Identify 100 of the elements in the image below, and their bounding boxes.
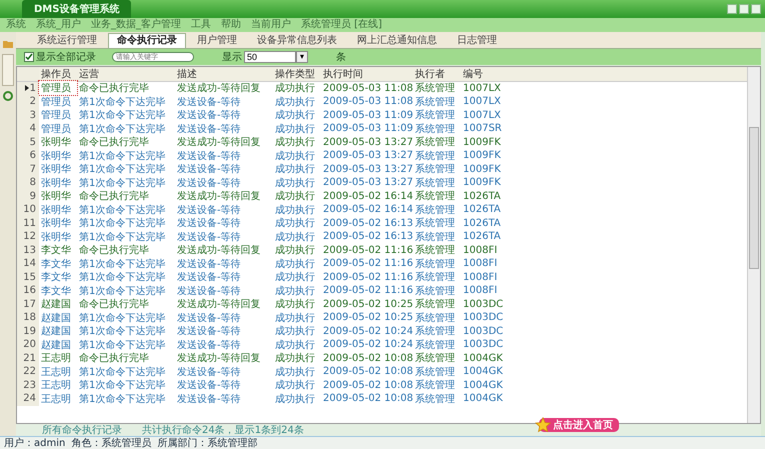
table-cell-text: 系统管理	[414, 216, 456, 230]
table-cell-text: 发送设备-等待	[176, 366, 242, 379]
table-cell-text: 2009-05-02 10:24	[322, 339, 413, 350]
tab[interactable]: 日志管理	[448, 33, 506, 48]
page-size-field[interactable]: 50	[244, 51, 296, 63]
table-cell-text: 系统管理	[414, 244, 456, 258]
row-number: 16	[23, 285, 36, 296]
table-row[interactable]: 16 李文华 第1次命令下达完毕 发送设备-等待 成功执行 2009-05-02 11:16 系统管理 1008FI	[17, 284, 747, 298]
table-row[interactable]: 10 张明华 第1次命令下达完毕 发送设备-等待 成功执行 2009-05-02 16:14 系统管理 1026TA	[17, 203, 747, 216]
table-row[interactable]: 9 张明华 命令已执行完毕 发送成功-等待回复 成功执行 2009-05-02 16:14 系统管理 1026TA	[17, 190, 747, 203]
table-row[interactable]: 17 赵建国 命令已执行完毕 发送成功-等待回复 成功执行 2009-05-02 10:25 系统管理 1003DC	[17, 298, 747, 311]
status-text: 所属部门：系统管理部	[157, 436, 258, 449]
table-row[interactable]: 1 管理员 命令已执行完毕 发送成功-等待回复 成功执行 2009-05-03 11:08 系统管理 1007LX	[17, 82, 747, 95]
table-cell-text: 发送设备-等待	[176, 230, 242, 244]
summary-text: 共计执行命令24条，显示1条到24条	[142, 424, 304, 437]
table-row[interactable]: 2 管理员 第1次命令下达完毕 发送设备-等待 成功执行 2009-05-03 11:08 系统管理 1007LX	[17, 95, 747, 108]
table-row[interactable]: 4 管理员 第1次命令下达完毕 发送设备-等待 成功执行 2009-05-03 11:09 系统管理 1007SR	[17, 122, 747, 136]
table-cell-text: 命令已执行完毕	[78, 190, 150, 204]
table-cell-text: 成功执行	[274, 284, 316, 298]
table-cell-text: 系统管理	[414, 176, 456, 190]
scrollbar[interactable]	[747, 67, 760, 423]
table-cell-text: 成功执行	[274, 338, 316, 352]
table-cell-text: 系统管理	[414, 312, 456, 325]
table-cell-text: 管理员	[40, 122, 72, 136]
column-header[interactable]: 执行者	[413, 67, 461, 81]
dropdown-button[interactable]: ▾	[296, 51, 308, 63]
table-cell-text: 系统管理	[414, 378, 456, 392]
table-cell-text: 发送设备-等待	[176, 258, 242, 271]
table-row[interactable]: 13 李文华 命令已执行完毕 发送成功-等待回复 成功执行 2009-05-02 11:16 系统管理 1008FI	[17, 244, 747, 257]
table-cell-text: 张明华	[40, 162, 72, 176]
table-row[interactable]: 12 张明华 第1次命令下达完毕 发送设备-等待 成功执行 2009-05-02 16:13 系统管理 1026TA	[17, 230, 747, 244]
menu-item[interactable]: 工具	[191, 19, 211, 31]
table-cell-text: 第1次命令下达完毕	[78, 392, 166, 406]
row-number: 20	[23, 339, 36, 350]
table-row[interactable]: 6 张明华 第1次命令下达完毕 发送设备-等待 成功执行 2009-05-03 13:27 系统管理 1009FK	[17, 149, 747, 162]
column-header[interactable]: 描述	[175, 67, 273, 81]
table-row[interactable]: 18 赵建国 第1次命令下达完毕 发送设备-等待 成功执行 2009-05-02 10:25 系统管理 1003DC	[17, 311, 747, 324]
table-cell-text: 发送设备-等待	[176, 338, 242, 352]
table-cell-text: 1009FK	[462, 136, 502, 148]
row-number: 23	[23, 380, 36, 391]
tab[interactable]: 用户管理	[188, 33, 246, 48]
table-row[interactable]: 7 张明华 第1次命令下达完毕 发送设备-等待 成功执行 2009-05-03 13:27 系统管理 1009FK	[17, 162, 747, 176]
table-row[interactable]: 5 张明华 命令已执行完毕 发送成功-等待回复 成功执行 2009-05-03 13:27 系统管理 1009FK	[17, 136, 747, 149]
table-row[interactable]: 15 李文华 第1次命令下达完毕 发送设备-等待 成功执行 2009-05-02 11:16 系统管理 1008FI	[17, 270, 747, 284]
table-row[interactable]: 24 王志明 第1次命令下达完毕 发送设备-等待 成功执行 2009-05-02 10:08 系统管理 1004GK	[17, 392, 747, 406]
menu-item[interactable]: 帮助	[221, 19, 241, 31]
tab[interactable]: 网上汇总通知信息	[348, 33, 446, 48]
table-row[interactable]: 21 王志明 命令已执行完毕 发送成功-等待回复 成功执行 2009-05-02 10:08 系统管理 1004GK	[17, 352, 747, 365]
table-row[interactable]: 20 赵建国 第1次命令下达完毕 发送设备-等待 成功执行 2009-05-02 10:24 系统管理 1003DC	[17, 338, 747, 352]
table-cell-text: 系统管理	[414, 204, 456, 217]
table-cell-text: 成功执行	[274, 204, 316, 217]
table-cell-text: 成功执行	[274, 162, 316, 176]
table-row[interactable]: 3 管理员 第1次命令下达完毕 发送设备-等待 成功执行 2009-05-03 11:09 系统管理 1007LX	[17, 108, 747, 122]
column-header[interactable]: 操作员	[39, 67, 77, 81]
table-cell-text: 2009-05-02 10:08	[322, 393, 413, 404]
table-cell-text: 赵建国	[40, 338, 72, 352]
side-panel-tab[interactable]	[2, 54, 14, 86]
tab[interactable]: 设备异常信息列表	[248, 33, 346, 48]
table-cell-text: 2009-05-02 10:08	[322, 366, 413, 378]
table-cell-text: 赵建国	[40, 298, 72, 312]
table-row[interactable]: 11 张明华 第1次命令下达完毕 发送设备-等待 成功执行 2009-05-02 16:13 系统管理 1026TA	[17, 216, 747, 230]
table-cell-text: 1003DC	[462, 298, 504, 310]
table-cell-text: 发送设备-等待	[176, 392, 242, 406]
window-title: DMS设备管理系统	[22, 0, 132, 18]
table-cell-text: 系统管理	[414, 366, 456, 379]
table-row[interactable]: 8 张明华 第1次命令下达完毕 发送设备-等待 成功执行 2009-05-03 13:27 系统管理 1009FK	[17, 176, 747, 190]
tab[interactable]: 命令执行记录	[108, 33, 186, 48]
table-cell-text: 第1次命令下达完毕	[78, 122, 166, 136]
table-cell-text: 第1次命令下达完毕	[78, 162, 166, 176]
table-row[interactable]: 14 李文华 第1次命令下达完毕 发送设备-等待 成功执行 2009-05-02 11:16 系统管理 1008FI	[17, 257, 747, 270]
column-header[interactable]: 运营	[77, 67, 175, 81]
table-cell-text: 系统管理	[414, 270, 456, 284]
table-cell-text: 发送设备-等待	[176, 108, 242, 122]
menu-item[interactable]: 系统管理员 [在线]	[301, 19, 382, 31]
table-cell-text: 成功执行	[274, 312, 316, 325]
table-cell-text: 李文华	[40, 284, 72, 298]
table-cell-text: 命令已执行完毕	[78, 82, 150, 96]
table-cell-text: 系统管理	[414, 258, 456, 271]
table-cell-text: 成功执行	[274, 392, 316, 406]
column-header[interactable]: 编号	[461, 67, 507, 81]
table-row[interactable]: 19 赵建国 第1次命令下达完毕 发送设备-等待 成功执行 2009-05-02 10:24 系统管理 1003DC	[17, 324, 747, 338]
table-cell-text: 王志明	[40, 366, 72, 379]
table-row[interactable]: 22 王志明 第1次命令下达完毕 发送设备-等待 成功执行 2009-05-02 10:08 系统管理 1004GK	[17, 365, 747, 378]
table-cell-text: 发送设备-等待	[176, 312, 242, 325]
tab[interactable]: 系统运行管理	[28, 33, 106, 48]
column-header[interactable]: 执行时间	[321, 67, 413, 81]
table-cell-text: 发送成功-等待回复	[176, 244, 262, 258]
show-all-checkbox[interactable]: 显示全部记录	[24, 50, 96, 64]
column-header[interactable]: 操作类型	[273, 67, 321, 81]
folder-icon[interactable]	[2, 38, 14, 50]
table-cell-text: 赵建国	[40, 312, 72, 325]
menu-item[interactable]: 系统_用户	[36, 19, 81, 31]
table-row[interactable]: 23 王志明 第1次命令下达完毕 发送设备-等待 成功执行 2009-05-02 10:08 系统管理 1004GK	[17, 378, 747, 392]
table-cell: 管理员	[39, 81, 77, 96]
menu-item[interactable]: 业务_数据_客户管理	[91, 19, 181, 31]
table-cell-text: 系统管理	[414, 150, 456, 163]
table-cell-text: 成功执行	[274, 122, 316, 136]
menu-item[interactable]: 系统	[6, 19, 26, 31]
menu-item[interactable]: 当前用户	[251, 19, 291, 31]
table-cell-text: 2009-05-02 10:25	[322, 312, 413, 324]
